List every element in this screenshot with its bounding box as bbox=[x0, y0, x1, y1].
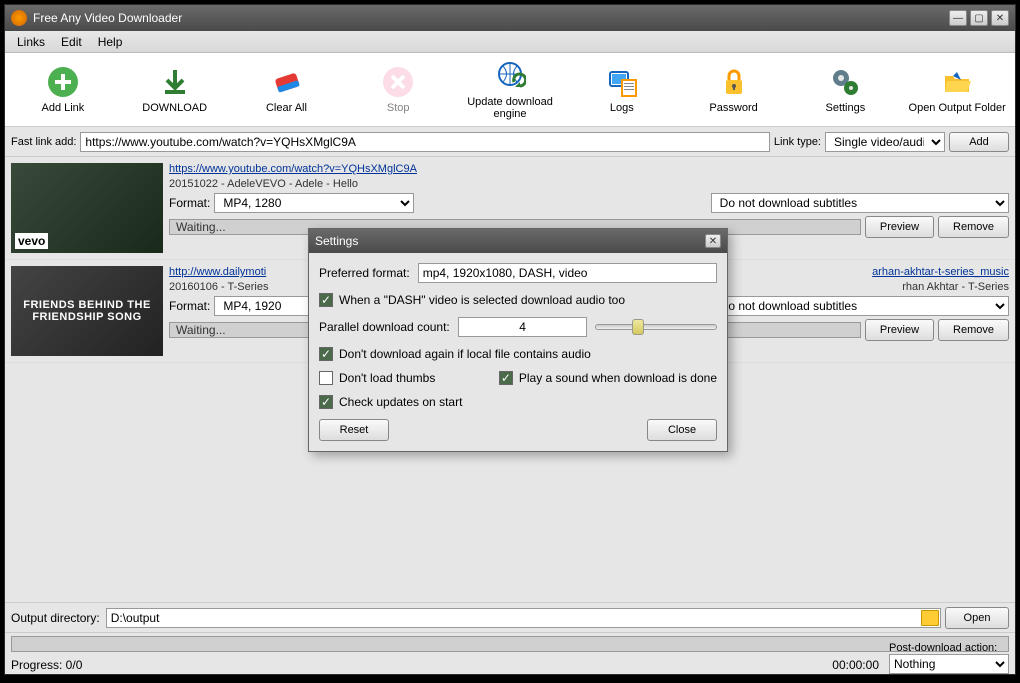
maximize-button[interactable]: ▢ bbox=[970, 10, 988, 26]
item-url-link[interactable]: https://www.youtube.com/watch?v=YQHsXMgl… bbox=[169, 163, 1009, 175]
logs-icon bbox=[606, 66, 638, 98]
play-sound-label: Play a sound when download is done bbox=[519, 371, 717, 385]
browse-folder-icon[interactable] bbox=[921, 610, 939, 626]
lock-icon bbox=[718, 66, 750, 98]
preview-button[interactable]: Preview bbox=[865, 319, 934, 341]
remove-button[interactable]: Remove bbox=[938, 319, 1009, 341]
format-label: Format: bbox=[169, 299, 210, 313]
dialog-close-button[interactable]: ✕ bbox=[705, 234, 721, 248]
remove-button[interactable]: Remove bbox=[938, 216, 1009, 238]
link-type-select[interactable]: Single video/audio bbox=[825, 132, 945, 152]
logs-button[interactable]: Logs bbox=[566, 62, 678, 118]
clear-all-button[interactable]: Clear All bbox=[231, 62, 343, 118]
toolbar: Add Link DOWNLOAD Clear All Stop Update … bbox=[5, 53, 1015, 127]
open-output-folder-button[interactable]: Open Output Folder bbox=[901, 62, 1013, 118]
output-bar: Output directory: Open bbox=[5, 602, 1015, 632]
titlebar: Free Any Video Downloader — ▢ ✕ bbox=[5, 5, 1015, 31]
overall-progress-bar bbox=[11, 636, 1009, 652]
download-icon bbox=[159, 66, 191, 98]
dont-download-again-checkbox[interactable]: ✓ bbox=[319, 347, 333, 361]
preferred-format-label: Preferred format: bbox=[319, 266, 410, 280]
play-sound-checkbox[interactable]: ✓ bbox=[499, 371, 513, 385]
menu-links[interactable]: Links bbox=[9, 32, 53, 52]
item-url-link-suffix[interactable]: arhan-akhtar-t-series_music bbox=[872, 266, 1009, 278]
dash-audio-label: When a "DASH" video is selected download… bbox=[339, 293, 625, 307]
plus-icon bbox=[47, 66, 79, 98]
dash-audio-checkbox[interactable]: ✓ bbox=[319, 293, 333, 307]
thumbnail: FRIENDS BEHIND THE FRIENDSHIP SONG bbox=[11, 266, 163, 356]
item-meta: 20151022 - AdeleVEVO - Adele - Hello bbox=[169, 178, 1009, 190]
slider-thumb[interactable] bbox=[632, 319, 644, 335]
link-type-label: Link type: bbox=[774, 136, 821, 148]
add-link-button[interactable]: Add Link bbox=[7, 62, 119, 118]
dont-load-thumbs-checkbox[interactable] bbox=[319, 371, 333, 385]
subtitles-select[interactable]: Do not download subtitles bbox=[711, 193, 1009, 213]
close-button[interactable]: ✕ bbox=[991, 10, 1009, 26]
minimize-button[interactable]: — bbox=[949, 10, 967, 26]
parallel-count-input[interactable] bbox=[458, 317, 588, 337]
format-select[interactable]: MP4, 1280 bbox=[214, 193, 414, 213]
reset-button[interactable]: Reset bbox=[319, 419, 389, 441]
parallel-count-slider[interactable] bbox=[595, 324, 717, 330]
preferred-format-input[interactable] bbox=[418, 263, 717, 283]
dont-download-again-label: Don't download again if local file conta… bbox=[339, 347, 591, 361]
output-label: Output directory: bbox=[11, 611, 100, 625]
post-action-label: Post-download action: bbox=[889, 642, 1009, 654]
window-title: Free Any Video Downloader bbox=[33, 11, 946, 25]
parallel-count-label: Parallel download count: bbox=[319, 320, 450, 334]
status-bar: Progress: 0/0 00:00:00 Post-download act… bbox=[5, 632, 1015, 674]
password-button[interactable]: Password bbox=[678, 62, 790, 118]
settings-button[interactable]: Settings bbox=[789, 62, 901, 118]
settings-dialog: Settings ✕ Preferred format: ✓ When a "D… bbox=[308, 228, 728, 452]
dialog-titlebar: Settings ✕ bbox=[309, 229, 727, 253]
format-label: Format: bbox=[169, 196, 210, 210]
download-button[interactable]: DOWNLOAD bbox=[119, 62, 231, 118]
thumbnail: vevo bbox=[11, 163, 163, 253]
menu-help[interactable]: Help bbox=[90, 32, 131, 52]
subtitles-select[interactable]: Do not download subtitles bbox=[711, 296, 1009, 316]
fast-link-label: Fast link add: bbox=[11, 136, 76, 148]
app-icon bbox=[11, 10, 27, 26]
add-button[interactable]: Add bbox=[949, 132, 1009, 152]
item-url-link[interactable]: http://www.dailymoti bbox=[169, 266, 266, 278]
close-dialog-button[interactable]: Close bbox=[647, 419, 717, 441]
dont-load-thumbs-label: Don't load thumbs bbox=[339, 371, 435, 385]
stop-button[interactable]: Stop bbox=[342, 62, 454, 118]
time-label: 00:00:00 bbox=[832, 658, 879, 672]
progress-label: Progress: 0/0 bbox=[11, 658, 82, 672]
dialog-title-text: Settings bbox=[315, 234, 358, 248]
stop-icon bbox=[382, 66, 414, 98]
update-engine-button[interactable]: Update download engine bbox=[454, 56, 566, 124]
output-directory-input[interactable] bbox=[106, 608, 941, 628]
preview-button[interactable]: Preview bbox=[865, 216, 934, 238]
gears-icon bbox=[829, 66, 861, 98]
eraser-icon bbox=[270, 66, 302, 98]
check-updates-label: Check updates on start bbox=[339, 395, 462, 409]
open-output-button[interactable]: Open bbox=[945, 607, 1009, 629]
globe-refresh-icon bbox=[494, 60, 526, 92]
item-meta: 20160106 - T-Series bbox=[169, 281, 268, 293]
folder-icon bbox=[941, 66, 973, 98]
post-action-select[interactable]: Nothing bbox=[889, 654, 1009, 674]
check-updates-checkbox[interactable]: ✓ bbox=[319, 395, 333, 409]
menu-edit[interactable]: Edit bbox=[53, 32, 90, 52]
fast-link-bar: Fast link add: Link type: Single video/a… bbox=[5, 127, 1015, 157]
menubar: Links Edit Help bbox=[5, 31, 1015, 53]
fast-link-input[interactable] bbox=[80, 132, 769, 152]
